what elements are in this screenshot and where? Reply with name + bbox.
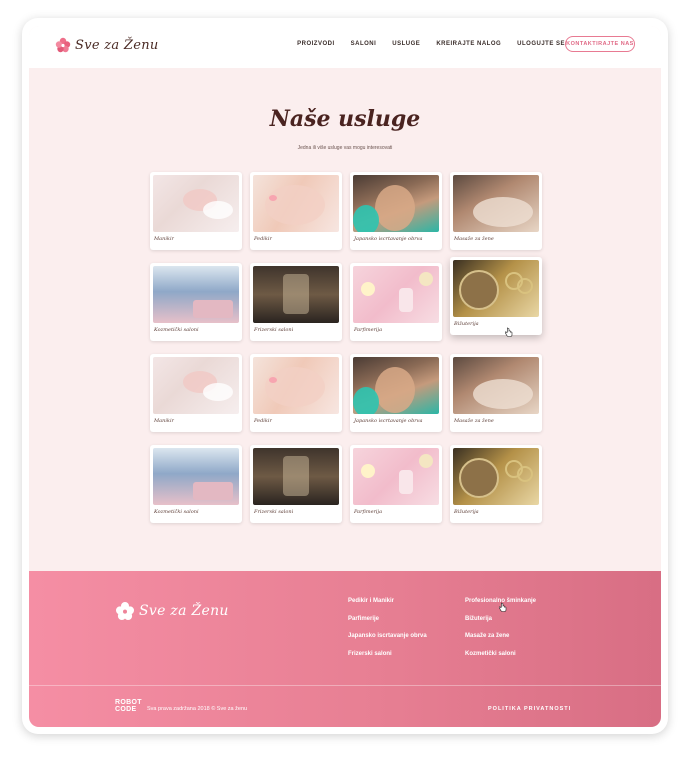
frizer-image [253, 448, 339, 505]
service-label: Parfimerija [354, 509, 383, 515]
japan-image [353, 175, 439, 232]
page-title: Naše usluge [269, 106, 421, 132]
service-label: Masaže za žene [454, 418, 494, 424]
service-card[interactable]: Kozmetički saloni [150, 263, 242, 341]
service-card[interactable]: Parfimerija [350, 263, 442, 341]
copyright-text: Sva prava zadržana 2018 © Sve za ženu [147, 706, 248, 712]
footer-brand-logo[interactable]: Sve za Ženu [115, 601, 229, 621]
service-card[interactable]: Japansko iscrtavanje obrva [350, 354, 442, 432]
service-card[interactable]: Parfimerija [350, 445, 442, 523]
footer-link[interactable]: Parfimerije [348, 616, 427, 622]
service-card[interactable]: Japansko iscrtavanje obrva [350, 172, 442, 250]
bizu-image [453, 260, 539, 317]
parf-image [353, 266, 439, 323]
service-card[interactable]: Bižuterija [450, 257, 542, 335]
service-card[interactable]: Manikir [150, 172, 242, 250]
page-subtitle: Jedna ili više usluge vas mogu interesov… [297, 145, 393, 151]
robotcode-logo-line-1: ROBOT [115, 699, 142, 706]
masaza-image [453, 357, 539, 414]
flower-logo-icon [55, 37, 71, 53]
service-label: Bižuterija [454, 321, 479, 327]
header: Sve za Ženu PROIZVODI SALONI USLUGE KREI… [29, 26, 661, 68]
robotcode-logo-line-2: CODE [115, 706, 137, 713]
frizer-image [253, 266, 339, 323]
bizu-image [453, 448, 539, 505]
service-card[interactable]: Masaže za žene [450, 354, 542, 432]
nav-ulogujte-se[interactable]: ULOGUJTE SE [517, 41, 565, 47]
nav-kreirajte-nalog[interactable]: KREIRAJTE NALOG [436, 41, 501, 47]
nav-saloni[interactable]: SALONI [351, 41, 377, 47]
footer-link[interactable]: Masaže za žene [465, 633, 536, 639]
service-label: Bižuterija [454, 509, 479, 515]
hand-cursor-icon [499, 602, 507, 612]
service-label: Frizerski saloni [254, 327, 294, 333]
footer-links-col-1: Pedikir i Manikir Parfimerije Japansko i… [348, 598, 427, 668]
service-label: Masaže za žene [454, 236, 494, 242]
brand-name: Sve za Ženu [75, 37, 159, 53]
nav-proizvodi[interactable]: PROIZVODI [297, 41, 335, 47]
main-nav: PROIZVODI SALONI USLUGE KREIRAJTE NALOG … [281, 41, 565, 47]
service-label: Manikir [154, 236, 174, 242]
footer-link[interactable]: Bižuterija [465, 616, 536, 622]
robotcode-logo[interactable]: ROBOT CODE [115, 699, 142, 713]
nav-usluge[interactable]: USLUGE [392, 41, 420, 47]
footer: Sve za Ženu Pedikir i Manikir Parfimerij… [29, 571, 661, 727]
service-card[interactable]: Frizerski saloni [250, 445, 342, 523]
japan-image [353, 357, 439, 414]
masaza-image [453, 175, 539, 232]
parf-image [353, 448, 439, 505]
contact-button[interactable]: KONTAKTIRAJTE NAS [565, 36, 635, 52]
brand-logo[interactable]: Sve za Ženu [55, 37, 159, 53]
footer-divider [29, 685, 661, 686]
pedikir-image [253, 175, 339, 232]
service-label: Kozmetički saloni [154, 327, 199, 333]
service-label: Kozmetički saloni [154, 509, 199, 515]
service-label: Pedikir [254, 236, 272, 242]
flower-logo-icon [116, 602, 134, 620]
service-card[interactable]: Bižuterija [450, 445, 542, 523]
pedikir-image [253, 357, 339, 414]
service-label: Japansko iscrtavanje obrva [354, 236, 423, 242]
manikir-image [153, 175, 239, 232]
service-label: Manikir [154, 418, 174, 424]
privacy-policy-link[interactable]: POLITIKA PRIVATNOSTI [488, 706, 571, 712]
kozmet-image [153, 266, 239, 323]
service-card[interactable]: Frizerski saloni [250, 263, 342, 341]
footer-link[interactable]: Pedikir i Manikir [348, 598, 427, 604]
hand-cursor-icon [505, 327, 513, 337]
service-card[interactable]: Pedikir [250, 172, 342, 250]
footer-brand-name: Sve za Ženu [139, 603, 229, 619]
service-card[interactable]: Kozmetički saloni [150, 445, 242, 523]
footer-link[interactable]: Japansko iscrtavanje obrva [348, 633, 427, 639]
browser-frame: Sve za Ženu PROIZVODI SALONI USLUGE KREI… [22, 18, 668, 734]
kozmet-image [153, 448, 239, 505]
page: Sve za Ženu PROIZVODI SALONI USLUGE KREI… [29, 26, 661, 727]
service-card[interactable]: Manikir [150, 354, 242, 432]
footer-link[interactable]: Kozmetički saloni [465, 651, 536, 657]
manikir-image [153, 357, 239, 414]
service-label: Pedikir [254, 418, 272, 424]
service-label: Japansko iscrtavanje obrva [354, 418, 423, 424]
service-card[interactable]: Pedikir [250, 354, 342, 432]
service-label: Parfimerija [354, 327, 383, 333]
footer-link[interactable]: Frizerski saloni [348, 651, 427, 657]
service-label: Frizerski saloni [254, 509, 294, 515]
services-grid: Manikir Pedikir Japansko iscrtavanje obr… [150, 172, 545, 523]
service-card[interactable]: Masaže za žene [450, 172, 542, 250]
